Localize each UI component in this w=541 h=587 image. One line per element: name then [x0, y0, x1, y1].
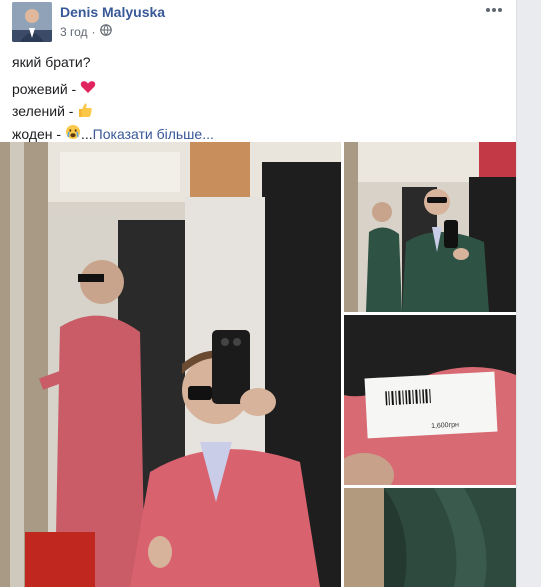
meta-separator: ·	[91, 24, 96, 39]
post-meta: 3 год ·	[60, 24, 112, 39]
main-photo[interactable]	[0, 142, 341, 587]
ellipsis: ...	[80, 125, 93, 142]
see-more-link[interactable]: Показати більше...	[93, 126, 214, 142]
fabric-photo[interactable]	[344, 488, 516, 587]
heart-icon	[80, 79, 96, 101]
green-suit-photo[interactable]	[344, 142, 516, 312]
author-name[interactable]: Denis Malyuska	[60, 4, 165, 20]
more-options-icon[interactable]	[484, 2, 504, 18]
post-text-line: зелений -	[12, 101, 504, 123]
post-text: який брати? рожевий - зелений - жоден - …	[12, 52, 504, 146]
post-card: Denis Malyuska 3 год · який брати? рожев…	[0, 0, 517, 587]
price-tag-photo[interactable]: 1,600грн	[344, 315, 516, 485]
post-time[interactable]: 3 год	[60, 25, 88, 39]
avatar[interactable]	[12, 2, 52, 42]
globe-icon[interactable]	[99, 24, 112, 39]
post-text-line: рожевий -	[12, 79, 504, 101]
price-tag-text: 1,600грн	[431, 422, 459, 430]
post-text-line: який брати?	[12, 54, 91, 70]
post-header: Denis Malyuska 3 год ·	[12, 0, 504, 44]
photo-gallery: 1,600грн	[0, 142, 516, 587]
thumbs-up-icon	[77, 102, 93, 124]
